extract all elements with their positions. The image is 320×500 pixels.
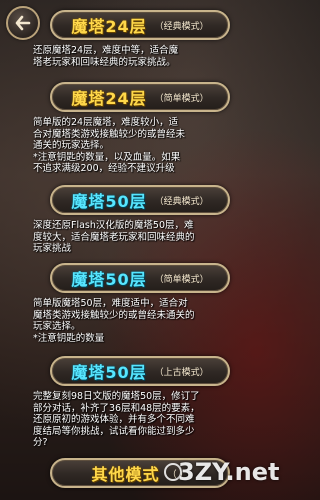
mode-title: 其他模式: [91, 465, 160, 484]
mode-title: 魔塔50层: [71, 363, 147, 382]
desc-line: 度较大，适合魔塔老玩家和回味经典的: [33, 231, 195, 243]
mode-subtitle: （上古模式）: [154, 367, 209, 378]
desc-line: 简单版的24层魔塔，难度较小，适: [33, 117, 179, 128]
mode-title: 魔塔50层: [71, 270, 147, 289]
mode-button-50-classic[interactable]: 魔塔50层 （经典模式）: [50, 185, 230, 215]
watermark: 3ZY.net: [178, 458, 280, 486]
desc-line: 完整复刻98日文版的魔塔50层，修订了: [33, 391, 200, 402]
mode-button-24-classic[interactable]: 魔塔24层 （经典模式）: [50, 10, 230, 40]
mode-subtitle: （经典模式）: [154, 196, 209, 207]
desc-line: 还原魔塔24层，难度中等，适合魔: [33, 45, 179, 56]
mode-description: 简单版的24层魔塔，难度较小，适 合对魔塔类游戏接触较少的或曾经未 通关的玩家选…: [33, 117, 248, 175]
mode-description: 简单版魔塔50层，难度适中，适合对 魔塔类游戏接触较少的或曾经未通关的 玩家选择…: [33, 298, 248, 344]
desc-line: 塔老玩家和回味经典的玩家挑战。: [33, 56, 176, 68]
desc-note: *注意钥匙的数量，以及血量。如果: [33, 151, 181, 163]
desc-line: 度结局等你挑战，试试看你能过到多少: [33, 425, 195, 437]
desc-line: 玩家挑战: [33, 243, 72, 255]
mode-subtitle: （简单模式）: [154, 93, 209, 104]
desc-note: 不追求满级200，经验不建议升级: [33, 163, 175, 175]
mode-title: 魔塔50层: [71, 192, 147, 211]
mode-description: 深度还原Flash汉化版的魔塔50层，难 度较大，适合魔塔老玩家和回味经典的 玩…: [33, 220, 248, 255]
desc-line: 通关的玩家选择。: [33, 140, 110, 152]
mode-subtitle: （经典模式）: [154, 21, 209, 32]
mode-button-24-easy[interactable]: 魔塔24层 （简单模式）: [50, 82, 230, 112]
mode-title: 魔塔24层: [71, 17, 147, 36]
back-arrow-icon: [15, 15, 31, 31]
back-button[interactable]: [6, 6, 40, 40]
desc-line: 玩家选择。: [33, 321, 81, 333]
desc-note: *注意钥匙的数量: [33, 332, 105, 344]
desc-line: 分?: [33, 437, 48, 449]
desc-line: 魔塔类游戏接触较少的或曾经未通关的: [33, 309, 195, 321]
desc-line: 简单版魔塔50层，难度适中，适合对: [33, 298, 188, 309]
desc-line: 深度还原Flash汉化版的魔塔50层，难: [33, 220, 194, 231]
desc-line: 部分对话，补齐了36层和48层的要素，: [33, 402, 200, 414]
mode-description: 完整复刻98日文版的魔塔50层，修订了 部分对话，补齐了36层和48层的要素， …: [33, 391, 248, 449]
desc-line: 还原原初的游戏体验，并有多个不同难: [33, 414, 195, 426]
mode-button-50-ancient[interactable]: 魔塔50层 （上古模式）: [50, 356, 230, 386]
desc-line: 合对魔塔类游戏接触较少的或曾经未: [33, 128, 186, 140]
mode-description: 还原魔塔24层，难度中等，适合魔 塔老玩家和回味经典的玩家挑战。: [33, 45, 248, 68]
mode-button-50-easy[interactable]: 魔塔50层 （简单模式）: [50, 263, 230, 293]
mode-title: 魔塔24层: [71, 89, 147, 108]
mode-subtitle: （简单模式）: [154, 274, 209, 285]
